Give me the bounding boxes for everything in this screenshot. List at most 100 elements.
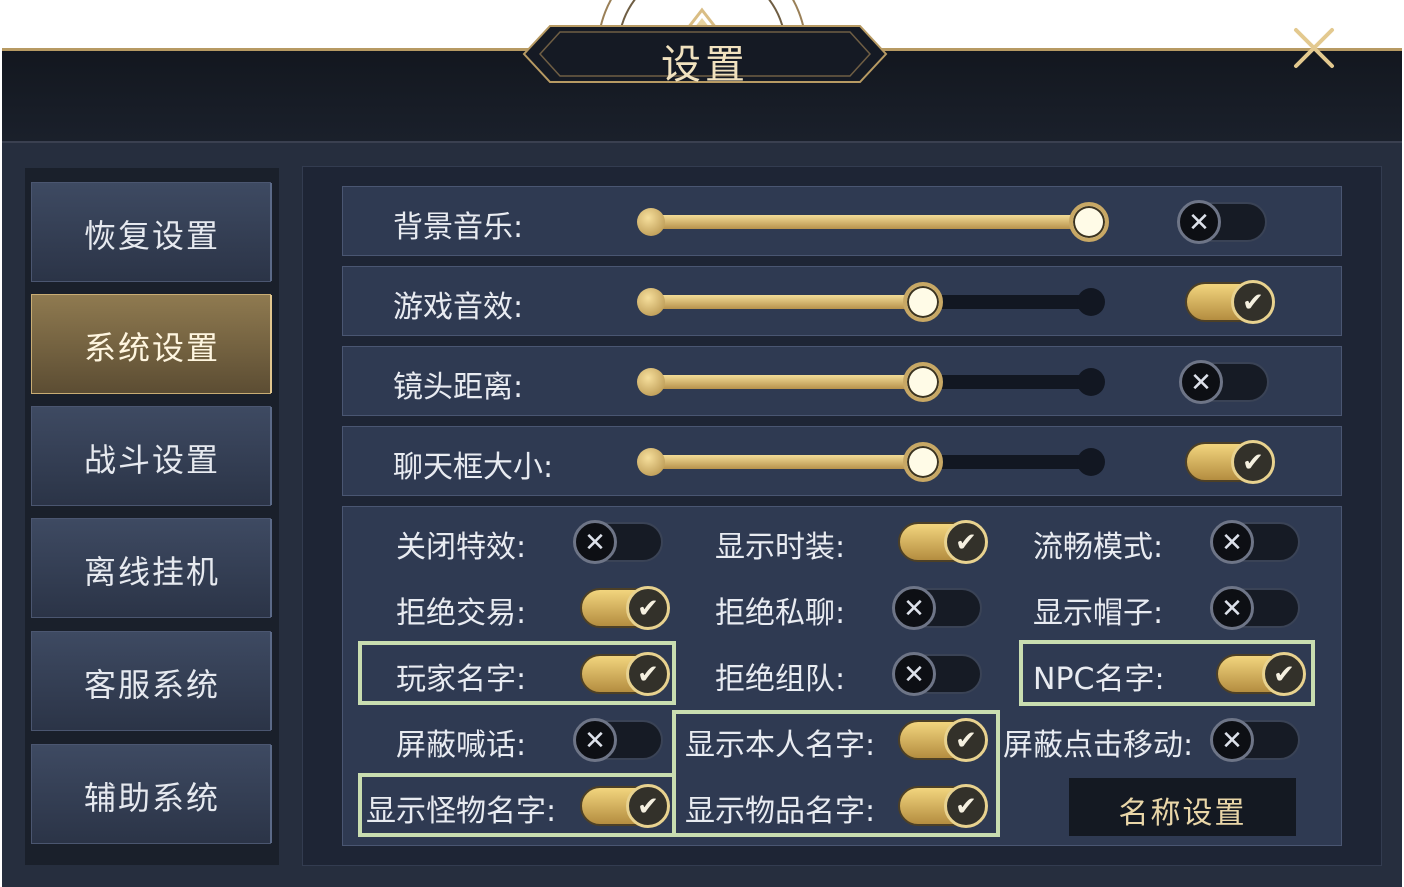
- option-label-refuse-trade: 拒绝交易:: [396, 596, 527, 631]
- menu-item-offline[interactable]: 离线挂机: [31, 518, 272, 618]
- bgm-slider[interactable]: [637, 202, 1109, 242]
- menu-item-edge: [266, 519, 272, 617]
- close-icon: [1294, 28, 1334, 68]
- menu-item-label: 离线挂机: [83, 553, 220, 591]
- name-settings-label: 名称设置: [1118, 796, 1247, 831]
- slider-end-cap: [1077, 288, 1105, 316]
- slider-row-bgm: 背景音乐: ✕: [342, 186, 1342, 256]
- option-label-monster-name: 显示怪物名字:: [366, 794, 557, 829]
- option-label-block-shout: 屏蔽喊话:: [396, 728, 527, 763]
- slider-fill: [639, 215, 1089, 229]
- menu-item-edge: [266, 183, 272, 281]
- slider-row-sfx: 游戏音效: ✔: [342, 266, 1342, 336]
- chatbox-toggle[interactable]: ✔: [1185, 440, 1275, 484]
- option-label-player-name: 玩家名字:: [396, 662, 527, 697]
- option-label-smooth-mode: 流畅模式:: [1033, 530, 1164, 565]
- cross-icon: ✕: [1210, 520, 1254, 564]
- slider-fill: [639, 455, 924, 469]
- menu-item-assist[interactable]: 辅助系统: [31, 744, 272, 844]
- cross-icon: ✕: [1210, 586, 1254, 630]
- slider-knob[interactable]: [903, 442, 944, 482]
- cross-icon: ✕: [1177, 200, 1221, 244]
- cross-icon: ✕: [573, 520, 617, 564]
- menu-item-edge: [266, 632, 272, 730]
- chatbox-slider[interactable]: [637, 442, 1105, 482]
- menu-item-label: 客服系统: [83, 666, 220, 704]
- option-label-npc-name: NPC名字:: [1033, 662, 1165, 697]
- close-button[interactable]: [1292, 26, 1336, 70]
- cross-icon: ✕: [1210, 718, 1254, 762]
- slider-row-chatbox: 聊天框大小: ✔: [342, 426, 1342, 496]
- cross-icon: ✕: [573, 718, 617, 762]
- option-label-close-effects: 关闭特效:: [396, 530, 527, 565]
- smooth-mode-toggle[interactable]: ✕: [1210, 520, 1300, 564]
- slider-label: 背景音乐:: [393, 210, 524, 245]
- check-icon: ✔: [626, 652, 670, 696]
- option-label-item-name: 显示物品名字:: [685, 794, 876, 829]
- menu-item-system[interactable]: 系统设置: [31, 294, 272, 394]
- sfx-slider[interactable]: [637, 282, 1105, 322]
- refuse-trade-toggle[interactable]: ✔: [580, 586, 670, 630]
- menu-item-edge: [266, 295, 272, 393]
- option-label-show-hat: 显示帽子:: [1033, 596, 1164, 631]
- check-icon: ✔: [626, 586, 670, 630]
- npc-name-toggle[interactable]: ✔: [1216, 652, 1306, 696]
- slider-knob[interactable]: [1069, 202, 1109, 242]
- check-icon: ✔: [944, 520, 988, 564]
- name-settings-button[interactable]: 名称设置: [1069, 778, 1296, 836]
- monster-name-toggle[interactable]: ✔: [580, 784, 670, 828]
- menu-item-label: 战斗设置: [83, 441, 220, 479]
- player-name-toggle[interactable]: ✔: [580, 652, 670, 696]
- check-icon: ✔: [1262, 652, 1306, 696]
- title-plate: 设置: [520, 22, 890, 88]
- bgm-toggle[interactable]: ✕: [1177, 200, 1267, 244]
- slider-start-cap: [637, 448, 665, 476]
- slider-row-camera: 镜头距离: ✕: [342, 346, 1342, 416]
- check-icon: ✔: [944, 718, 988, 762]
- menu-item-label: 系统设置: [83, 329, 220, 367]
- slider-fill: [639, 375, 924, 389]
- sfx-toggle[interactable]: ✔: [1185, 280, 1275, 324]
- option-label-show-fashion: 显示时装:: [715, 530, 846, 565]
- option-label-block-click-move: 屏蔽点击移动:: [1003, 728, 1194, 763]
- cross-icon: ✕: [892, 652, 936, 696]
- menu-item-edge: [266, 407, 272, 505]
- slider-fill: [639, 295, 924, 309]
- menu-item-label: 恢复设置: [83, 217, 220, 255]
- menu-item-combat[interactable]: 战斗设置: [31, 406, 272, 506]
- slider-label: 游戏音效:: [393, 290, 524, 325]
- slider-start-cap: [637, 208, 665, 236]
- window-title: 设置: [661, 42, 749, 88]
- block-shout-toggle[interactable]: ✕: [573, 718, 663, 762]
- slider-knob[interactable]: [903, 282, 944, 322]
- slider-label: 聊天框大小:: [393, 450, 554, 485]
- option-label-refuse-whisper: 拒绝私聊:: [715, 596, 846, 631]
- check-icon: ✔: [626, 784, 670, 828]
- refuse-whisper-toggle[interactable]: ✕: [892, 586, 982, 630]
- item-name-toggle[interactable]: ✔: [898, 784, 988, 828]
- slider-end-cap: [1077, 368, 1105, 396]
- show-hat-toggle[interactable]: ✕: [1210, 586, 1300, 630]
- menu-item-support[interactable]: 客服系统: [31, 631, 272, 731]
- slider-start-cap: [637, 288, 665, 316]
- check-icon: ✔: [1231, 440, 1275, 484]
- slider-end-cap: [1077, 448, 1105, 476]
- close-effects-toggle[interactable]: ✕: [573, 520, 663, 564]
- check-icon: ✔: [1231, 280, 1275, 324]
- show-own-name-toggle[interactable]: ✔: [898, 718, 988, 762]
- cross-icon: ✕: [1179, 360, 1223, 404]
- option-label-refuse-team: 拒绝组队:: [715, 662, 846, 697]
- slider-knob[interactable]: [903, 362, 944, 402]
- camera-slider[interactable]: [637, 362, 1105, 402]
- slider-start-cap: [637, 368, 665, 396]
- camera-toggle[interactable]: ✕: [1179, 360, 1269, 404]
- cross-icon: ✕: [892, 586, 936, 630]
- refuse-team-toggle[interactable]: ✕: [892, 652, 982, 696]
- show-fashion-toggle[interactable]: ✔: [898, 520, 988, 564]
- menu-item-restore[interactable]: 恢复设置: [31, 182, 272, 282]
- check-icon: ✔: [944, 784, 988, 828]
- option-label-show-own-name: 显示本人名字:: [685, 728, 876, 763]
- menu-item-label: 辅助系统: [83, 779, 220, 817]
- block-click-move-toggle[interactable]: ✕: [1210, 718, 1300, 762]
- menu-item-edge: [266, 745, 272, 843]
